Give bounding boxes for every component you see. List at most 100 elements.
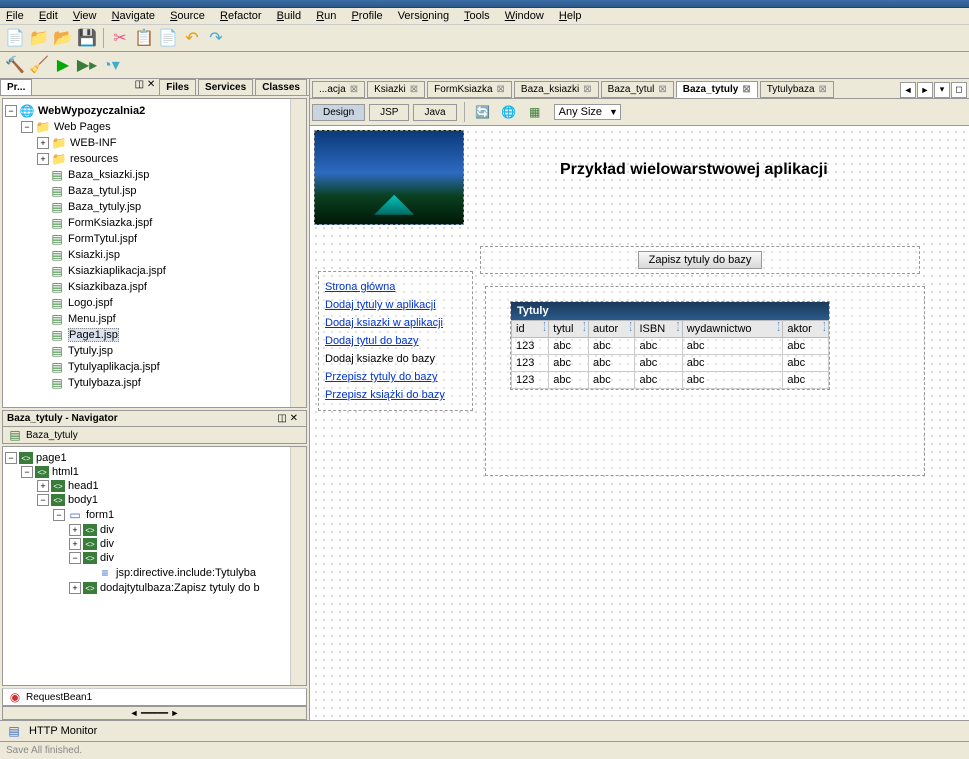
- dropdown-icon[interactable]: ▾: [934, 82, 950, 98]
- file-node[interactable]: ▤Tytuly.jsp: [5, 343, 304, 359]
- file-node[interactable]: ▤Baza_ksiazki.jsp: [5, 167, 304, 183]
- sort-icon[interactable]: ↑↓: [543, 322, 547, 332]
- nav-link[interactable]: Przepisz tytuly do bazy: [325, 371, 438, 383]
- clean-build-icon[interactable]: 🧹: [28, 54, 50, 76]
- column-header[interactable]: tytul↑↓: [549, 321, 589, 338]
- browser-preview-icon[interactable]: 🌐: [498, 101, 520, 123]
- tab-controls[interactable]: ◫ ✕: [131, 79, 160, 95]
- nav-form1[interactable]: − ▭ form1: [5, 507, 304, 523]
- collapse-icon[interactable]: −: [53, 509, 65, 521]
- save-all-icon[interactable]: 💾: [76, 27, 98, 49]
- column-header[interactable]: autor↑↓: [589, 321, 635, 338]
- maximize-icon[interactable]: ◻: [951, 82, 967, 98]
- nav-action[interactable]: + <> dodajtytulbaza:Zapisz tytuly do b: [5, 581, 304, 595]
- sort-icon[interactable]: ↑↓: [583, 322, 587, 332]
- expand-icon[interactable]: +: [69, 524, 81, 536]
- nav-head1[interactable]: + <> head1: [5, 479, 304, 493]
- expand-icon[interactable]: +: [37, 480, 49, 492]
- nav-body1[interactable]: − <> body1: [5, 493, 304, 507]
- navigator-root[interactable]: ▤ Baza_tytuly: [2, 427, 307, 444]
- menu-file[interactable]: File: [6, 10, 24, 22]
- menu-window[interactable]: Window: [505, 10, 544, 22]
- open-icon[interactable]: 📂: [52, 27, 74, 49]
- new-project-icon[interactable]: 📁: [28, 27, 50, 49]
- paste-icon[interactable]: 📄: [157, 27, 179, 49]
- nav-div[interactable]: + <> div: [5, 537, 304, 551]
- collapse-icon[interactable]: −: [21, 466, 33, 478]
- new-file-icon[interactable]: 📄: [4, 27, 26, 49]
- file-node[interactable]: ▤Menu.jspf: [5, 311, 304, 327]
- nav-link[interactable]: Dodaj tytuly w aplikacji: [325, 299, 436, 311]
- tab-files[interactable]: Files: [159, 79, 196, 95]
- menu-run[interactable]: Run: [316, 10, 336, 22]
- tab-projects[interactable]: Pr...: [0, 79, 32, 95]
- file-node[interactable]: ▤Ksiazki.jsp: [5, 247, 304, 263]
- project-node[interactable]: − 🌐 WebWypozyczalnia2: [5, 103, 304, 119]
- folder-node[interactable]: +📁WEB-INF: [5, 135, 304, 151]
- file-node[interactable]: ▤Tytulybaza.jspf: [5, 375, 304, 391]
- expand-icon[interactable]: +: [69, 538, 81, 550]
- menu-profile[interactable]: Profile: [351, 10, 382, 22]
- sort-icon[interactable]: ↑↓: [676, 322, 680, 332]
- scrollbar[interactable]: [290, 447, 306, 685]
- expand-icon[interactable]: +: [69, 582, 81, 594]
- file-node[interactable]: ▤FormTytul.jspf: [5, 231, 304, 247]
- menu-view[interactable]: View: [73, 10, 97, 22]
- menu-navigate[interactable]: Navigate: [112, 10, 155, 22]
- collapse-icon[interactable]: −: [69, 552, 81, 564]
- run-icon[interactable]: ▶: [52, 54, 74, 76]
- file-node[interactable]: ▤Ksiazkiaplikacja.jspf: [5, 263, 304, 279]
- file-node[interactable]: ▤Baza_tytul.jsp: [5, 183, 304, 199]
- mode-design[interactable]: Design: [312, 104, 365, 121]
- menu-versioning[interactable]: Versioning: [398, 10, 449, 22]
- sort-icon[interactable]: ↑↓: [777, 322, 781, 332]
- file-node[interactable]: ▤Logo.jspf: [5, 295, 304, 311]
- menu-help[interactable]: Help: [559, 10, 582, 22]
- scrollbar[interactable]: [290, 99, 306, 407]
- navigator-tree[interactable]: − <> page1 − <> html1 + <> head1 − <> bo…: [2, 446, 307, 686]
- hscrollbar[interactable]: ◄ ━━━━━ ►: [2, 706, 307, 720]
- navigator-controls[interactable]: ◫ ✕: [273, 413, 302, 424]
- file-tab[interactable]: FormKsiazka⊠: [427, 81, 512, 98]
- close-icon[interactable]: ⊠: [658, 84, 666, 95]
- scroll-right-icon[interactable]: ►: [917, 82, 933, 98]
- close-icon[interactable]: ⊠: [410, 84, 418, 95]
- target-browser-icon[interactable]: ▦: [524, 101, 546, 123]
- nav-bean-row[interactable]: ◉ RequestBean1: [2, 688, 307, 706]
- file-tab[interactable]: Baza_tytuly⊠: [676, 81, 758, 98]
- expand-icon[interactable]: +: [37, 137, 49, 149]
- redo-icon[interactable]: ↷: [205, 27, 227, 49]
- copy-icon[interactable]: 📋: [133, 27, 155, 49]
- column-header[interactable]: id↑↓: [512, 321, 549, 338]
- nav-div[interactable]: − <> div: [5, 551, 304, 565]
- save-titles-button[interactable]: Zapisz tytuly do bazy: [638, 251, 763, 269]
- table-row[interactable]: 123abcabcabcabcabc: [512, 338, 829, 355]
- nav-html1[interactable]: − <> html1: [5, 465, 304, 479]
- close-icon[interactable]: ⊠: [497, 84, 505, 95]
- file-node[interactable]: ▤Ksiazkibaza.jspf: [5, 279, 304, 295]
- tab-services[interactable]: Services: [198, 79, 253, 95]
- scroll-left-icon[interactable]: ◄: [900, 82, 916, 98]
- refresh-icon[interactable]: 🔄: [472, 101, 494, 123]
- file-tab[interactable]: Baza_tytul⊠: [601, 81, 674, 98]
- close-icon[interactable]: ⊠: [350, 84, 358, 95]
- sort-icon[interactable]: ↑↓: [823, 322, 827, 332]
- file-tab[interactable]: ...acja⊠: [312, 81, 365, 98]
- menu-source[interactable]: Source: [170, 10, 205, 22]
- webpages-node[interactable]: − 📁 Web Pages: [5, 119, 304, 135]
- table-row[interactable]: 123abcabcabcabcabc: [512, 372, 829, 389]
- undo-icon[interactable]: ↶: [181, 27, 203, 49]
- debug-icon[interactable]: ▶▸: [76, 54, 98, 76]
- file-node[interactable]: ▤Baza_tytuly.jsp: [5, 199, 304, 215]
- menu-build[interactable]: Build: [277, 10, 301, 22]
- nav-link[interactable]: Strona główna: [325, 281, 395, 293]
- nav-link[interactable]: Dodaj ksiazki w aplikacji: [325, 317, 443, 329]
- collapse-icon[interactable]: −: [5, 452, 17, 464]
- sort-icon[interactable]: ↑↓: [629, 322, 633, 332]
- file-node[interactable]: ▤Page1.jsp: [5, 327, 304, 343]
- close-icon[interactable]: ⊠: [742, 84, 750, 95]
- http-monitor-tab[interactable]: ▤ HTTP Monitor: [0, 720, 969, 741]
- folder-node[interactable]: +📁resources: [5, 151, 304, 167]
- column-header[interactable]: ISBN↑↓: [635, 321, 682, 338]
- tab-classes[interactable]: Classes: [255, 79, 307, 95]
